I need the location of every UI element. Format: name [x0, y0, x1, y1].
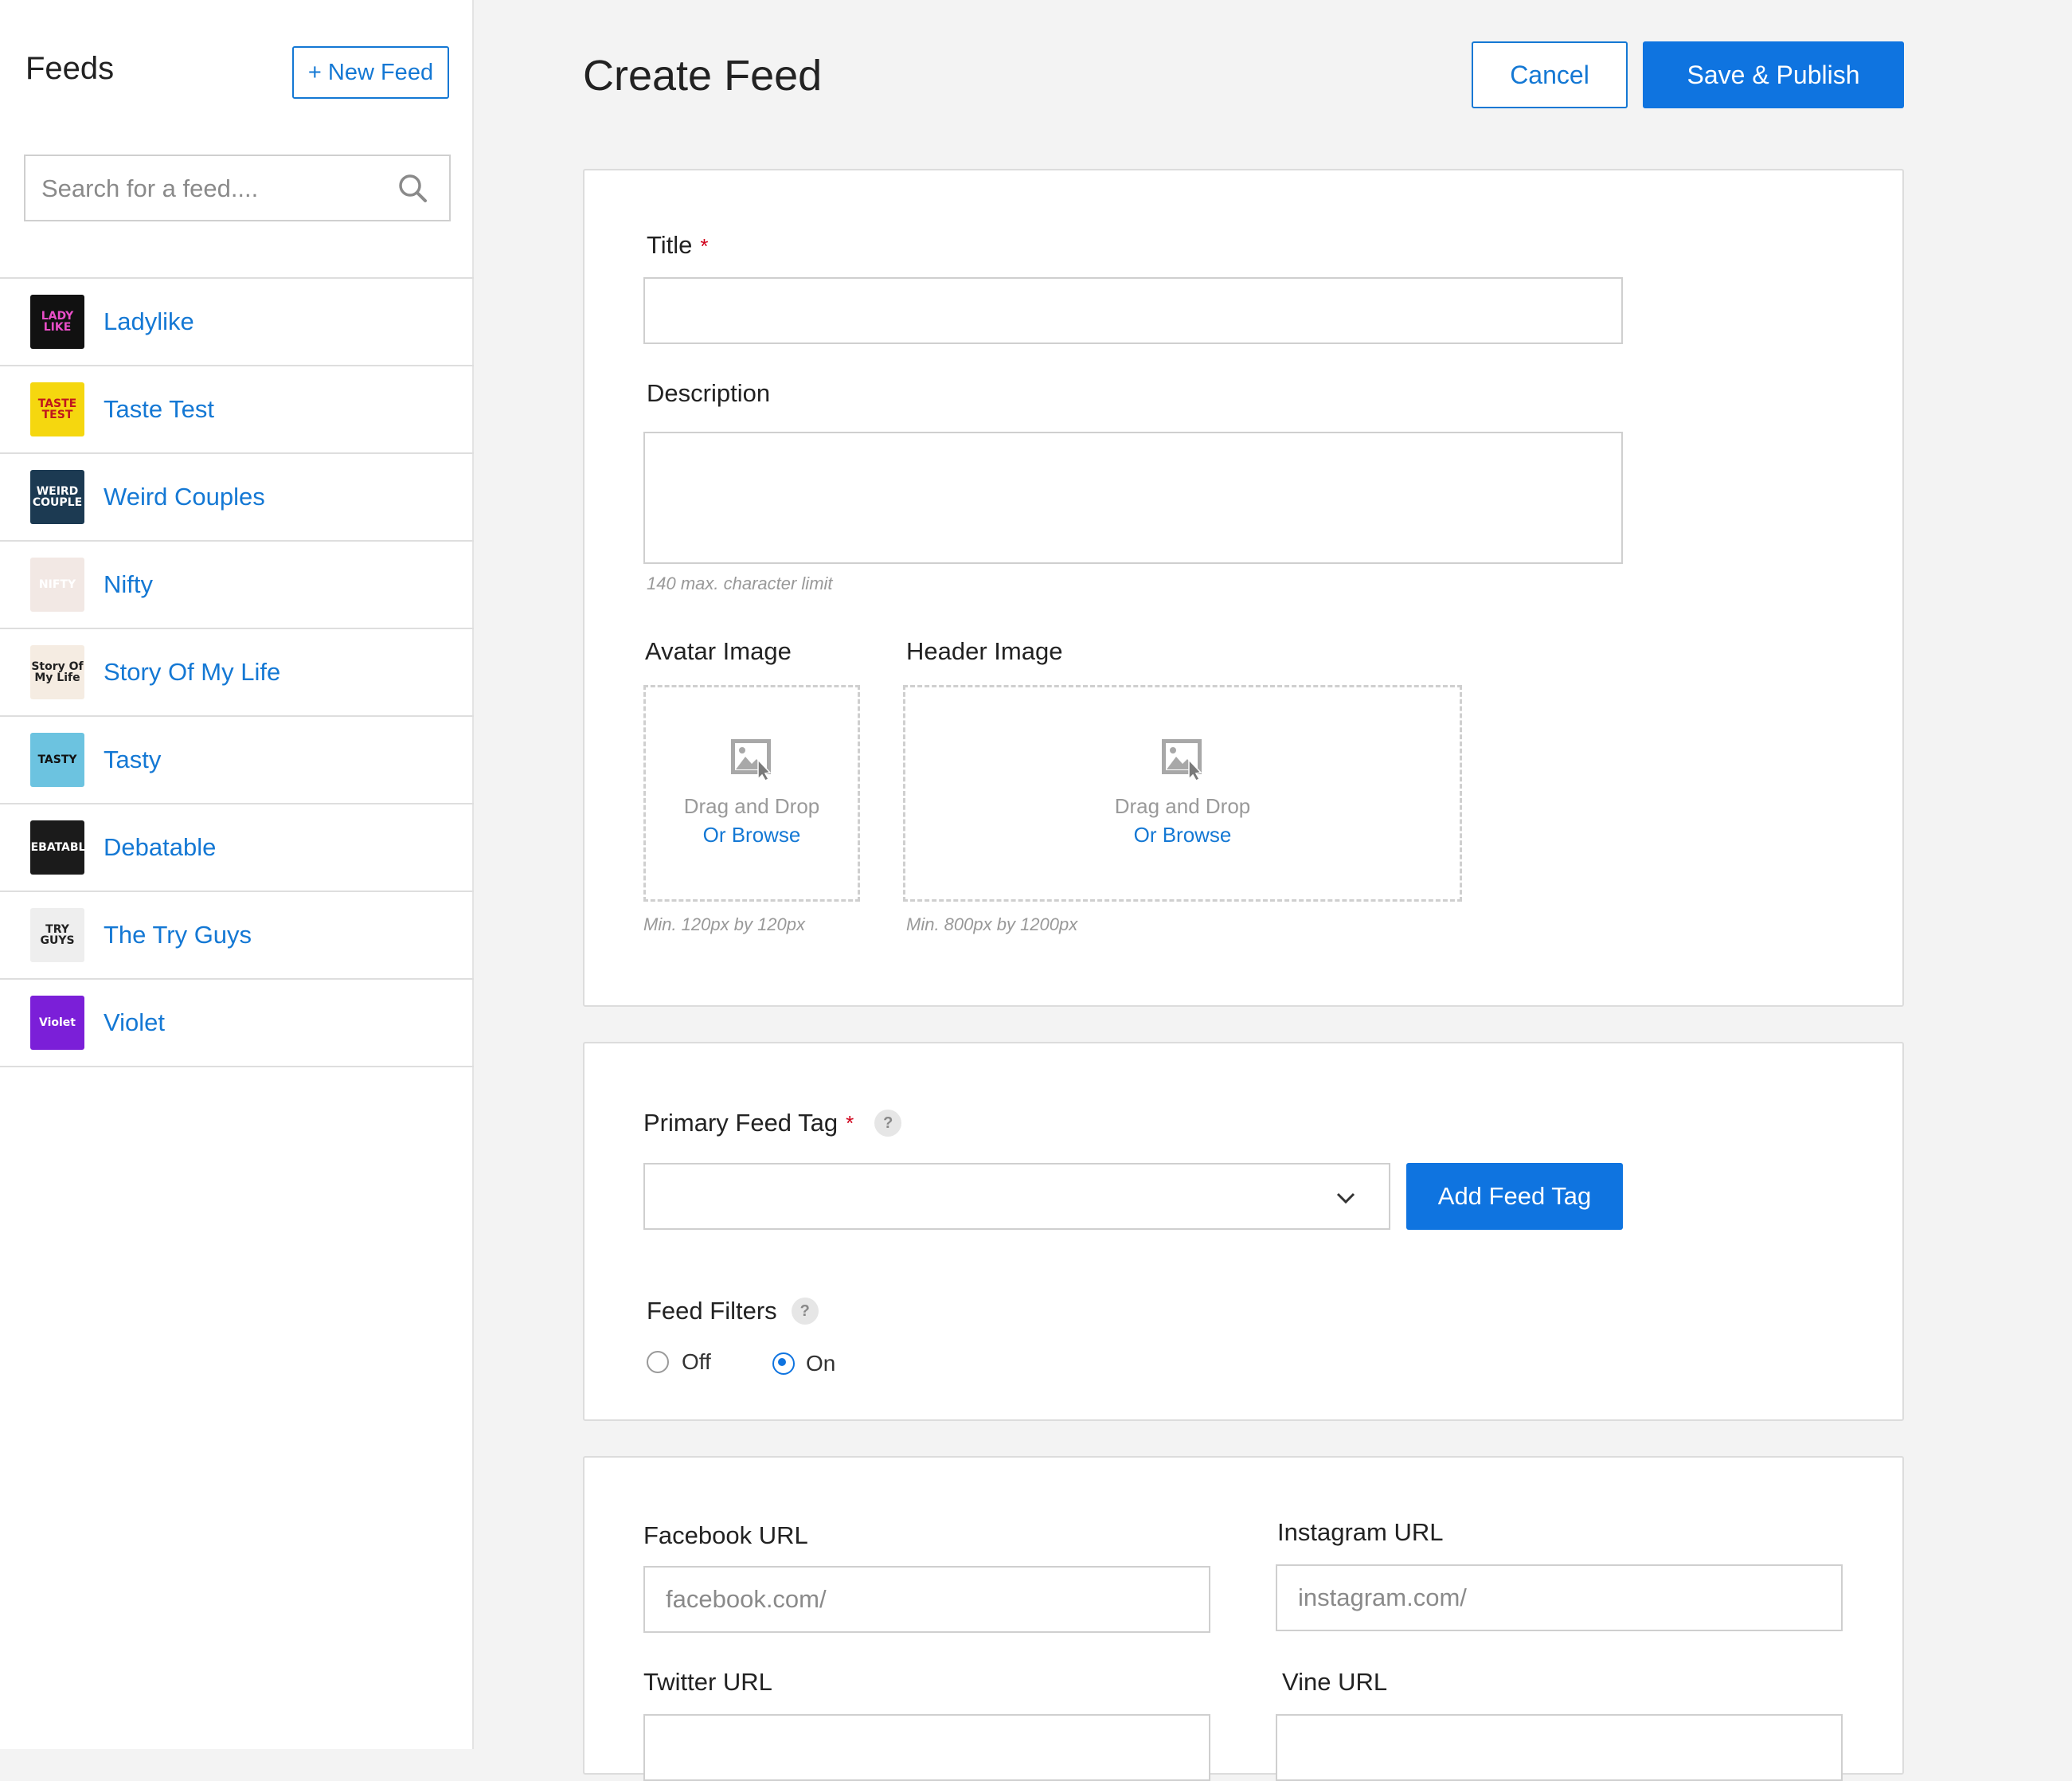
header-drop-zone[interactable]: Drag and Drop Or Browse	[903, 685, 1462, 902]
feed-list-item[interactable]: LADY LIKE Ladylike	[0, 279, 474, 366]
radio-on[interactable]	[772, 1352, 795, 1375]
feed-name[interactable]: The Try Guys	[104, 921, 252, 949]
feed-name[interactable]: Debatable	[104, 833, 216, 862]
required-mark: *	[846, 1110, 854, 1135]
avatar-image-label: Avatar Image	[645, 637, 792, 665]
feed-list-item[interactable]: WEIRD COUPLE Weird Couples	[0, 454, 474, 542]
save-publish-button[interactable]: Save & Publish	[1643, 41, 1904, 108]
sidebar: Feeds + New Feed LADY LIKE Ladylike TASTE …	[0, 0, 474, 1749]
feed-filters-on-option[interactable]: On	[772, 1349, 860, 1378]
add-feed-tag-button[interactable]: Add Feed Tag	[1406, 1163, 1623, 1230]
feed-search	[24, 155, 451, 221]
avatar-size-hint: Min. 120px by 120px	[643, 914, 806, 934]
feed-list-item[interactable]: Violet Violet	[0, 980, 474, 1067]
feed-name[interactable]: Tasty	[104, 746, 161, 774]
feed-list-item[interactable]: TRY GUYS The Try Guys	[0, 892, 474, 980]
search-icon[interactable]	[397, 172, 428, 204]
primary-feed-tag-select[interactable]	[643, 1163, 1390, 1230]
feed-tags-card: Primary Feed Tag * ? Add Feed Tag Feed F…	[583, 1042, 1904, 1421]
feed-avatar: WEIRD COUPLE	[30, 470, 84, 524]
feed-avatar: TASTE TEST	[30, 382, 84, 436]
help-icon[interactable]: ?	[791, 1298, 819, 1325]
help-icon[interactable]: ?	[874, 1110, 902, 1137]
feed-avatar: TASTY	[30, 733, 84, 787]
description-label: Description	[647, 379, 771, 407]
instagram-url-label: Instagram URL	[1277, 1518, 1444, 1546]
header-browse-link[interactable]: Or Browse	[1134, 820, 1232, 849]
feed-name[interactable]: Violet	[104, 1008, 165, 1037]
avatar-drop-text: Drag and Drop	[683, 794, 820, 818]
feed-list-item[interactable]: Story Of My Life Story Of My Life	[0, 629, 474, 717]
avatar-drop-zone[interactable]: Drag and Drop Or Browse	[643, 685, 860, 902]
new-feed-button[interactable]: + New Feed	[292, 46, 449, 99]
avatar-browse-link[interactable]: Or Browse	[703, 820, 801, 849]
header-image-label: Header Image	[906, 637, 1063, 665]
title-label: Title *	[647, 231, 709, 259]
radio-off[interactable]	[647, 1351, 669, 1373]
feed-filters-label: Feed Filters ?	[647, 1297, 819, 1325]
primary-feed-tag-label: Primary Feed Tag * ?	[643, 1109, 902, 1137]
image-upload-icon	[1162, 739, 1202, 781]
social-links-card: Facebook URL Instagram URL Twitter URL V…	[583, 1456, 1904, 1781]
radio-off-label: Off	[682, 1349, 711, 1374]
required-mark: *	[700, 234, 709, 258]
twitter-url-input[interactable]	[643, 1714, 1210, 1781]
chevron-down-icon	[1336, 1192, 1355, 1204]
feed-avatar: Violet	[30, 996, 84, 1050]
feed-search-input[interactable]	[40, 156, 393, 221]
description-textarea[interactable]	[643, 432, 1623, 564]
twitter-url-label: Twitter URL	[643, 1668, 772, 1696]
feed-list: LADY LIKE Ladylike TASTE TEST Taste Test WEI…	[0, 277, 474, 1067]
radio-on-label: On	[806, 1351, 836, 1376]
header-size-hint: Min. 800px by 1200px	[906, 914, 1078, 934]
facebook-url-input[interactable]	[643, 1566, 1210, 1633]
vine-url-input[interactable]	[1276, 1714, 1843, 1781]
feed-avatar: TRY GUYS	[30, 908, 84, 962]
feed-name[interactable]: Nifty	[104, 570, 153, 599]
feed-list-item[interactable]: DEBATABLE Debatable	[0, 804, 474, 892]
title-input[interactable]	[643, 277, 1623, 344]
feed-name[interactable]: Story Of My Life	[104, 658, 280, 687]
header-drop-text: Drag and Drop	[1114, 794, 1251, 818]
page-title: Create Feed	[583, 52, 823, 100]
instagram-url-input[interactable]	[1276, 1564, 1843, 1631]
facebook-url-label: Facebook URL	[643, 1521, 808, 1549]
feed-filters-off-option[interactable]: Off	[647, 1348, 734, 1376]
feed-name[interactable]: Weird Couples	[104, 483, 265, 511]
feed-list-item[interactable]: TASTE TEST Taste Test	[0, 366, 474, 454]
sidebar-title: Feeds	[25, 51, 115, 86]
vine-url-label: Vine URL	[1282, 1668, 1388, 1696]
feed-name[interactable]: Ladylike	[104, 307, 194, 336]
image-upload-icon	[731, 739, 772, 781]
feed-list-item[interactable]: NIFTY Nifty	[0, 542, 474, 629]
feed-name[interactable]: Taste Test	[104, 395, 214, 424]
feed-list-item[interactable]: TASTY Tasty	[0, 717, 474, 804]
description-hint: 140 max. character limit	[647, 573, 833, 593]
feed-avatar: NIFTY	[30, 558, 84, 612]
feed-avatar: Story Of My Life	[30, 645, 84, 699]
feed-details-card: Title * Description 140 max. character li…	[583, 169, 1904, 1007]
cancel-button[interactable]: Cancel	[1472, 41, 1628, 108]
feed-avatar: LADY LIKE	[30, 295, 84, 349]
feed-avatar: DEBATABLE	[30, 820, 84, 875]
